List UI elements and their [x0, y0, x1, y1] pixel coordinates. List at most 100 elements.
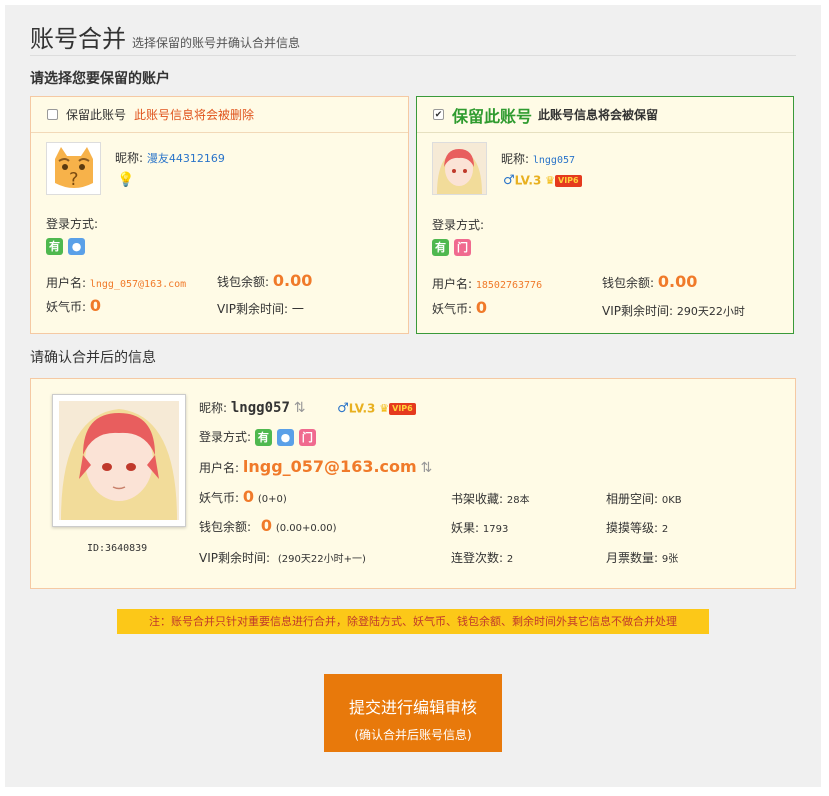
merged-vip-detail: (290天22小时+一) [277, 554, 366, 565]
right-wallet: 0.00 [657, 272, 698, 291]
merged-coins: 0 [242, 487, 255, 506]
right-level: LV.3 [514, 173, 542, 188]
right-coins: 0 [475, 298, 488, 317]
merged-ticket: 9张 [661, 554, 679, 565]
merged-login-days: 2 [506, 554, 514, 565]
right-username-row: 用户名: 18502763776 [432, 275, 542, 292]
right-keep-checkbox[interactable]: ✔ [433, 109, 444, 120]
right-coins-row: 妖气币: 0 [432, 298, 487, 317]
crown-icon: ♛ [379, 402, 390, 415]
door-login-icon: 门 [454, 239, 471, 256]
qq-login-icon: ● [276, 429, 294, 446]
left-avatar: ? [46, 142, 101, 195]
page-header: 账号合并 选择保留的账号并确认合并信息 [30, 19, 300, 54]
left-username: lngg_057@163.com [89, 279, 187, 290]
left-coins-row: 妖气币: 0 [46, 296, 101, 315]
left-coins: 0 [89, 296, 102, 315]
merged-shelf-label: 书架收藏: [451, 492, 504, 506]
confirm-prompt: 请确认合并后的信息 [30, 350, 156, 366]
merged-coins-label: 妖气币: [199, 491, 240, 505]
merged-yaoguo: 1793 [482, 524, 509, 535]
merged-username-label: 用户名: [199, 461, 240, 475]
merged-ticket-label: 月票数量: [606, 551, 659, 565]
header-divider [30, 55, 796, 56]
svg-text:?: ? [69, 169, 79, 190]
right-username-label: 用户名: [432, 277, 473, 291]
merged-nickname: lngg057 [230, 400, 290, 416]
merged-touch-label: 摸摸等级: [606, 521, 659, 535]
merged-touch-row: 摸摸等级: 2 [606, 519, 668, 536]
bulb-icon: 💡 [117, 172, 135, 188]
merged-login-label: 登录方式: [199, 430, 252, 444]
page-title: 账号合并 [30, 25, 126, 53]
select-prompt: 请选择您要保留的账户 [30, 71, 170, 87]
crown-icon: ♛ [545, 174, 556, 187]
left-vip-label: VIP剩余时间: [217, 302, 289, 316]
left-wallet-label: 钱包余额: [217, 275, 270, 289]
submit-main-label: 提交进行编辑审核 [348, 698, 477, 717]
merged-yaoguo-row: 妖果: 1793 [451, 519, 508, 536]
merged-shelf: 28本 [506, 495, 530, 506]
left-username-row: 用户名: lngg_057@163.com [46, 274, 186, 291]
right-account-header: ✔ 保留此账号 此账号信息将会被保留 [417, 97, 793, 133]
door-login-icon: 门 [298, 429, 316, 446]
male-icon: ♂ [337, 401, 349, 416]
merged-ticket-row: 月票数量: 9张 [606, 549, 678, 566]
left-account-card[interactable]: 保留此账号 此账号信息将会被删除 ? 昵称: 漫友44312169 💡 登录方式… [30, 96, 409, 334]
left-login-label: 登录方式: [46, 217, 99, 231]
right-vip-row: VIP剩余时间: 290天22小时 [602, 302, 745, 319]
submit-button[interactable]: 提交进行编辑审核 (确认合并后账号信息) [324, 674, 502, 752]
left-delete-warning: 此账号信息将会被删除 [134, 108, 255, 122]
swap-icon[interactable]: ⇅ [421, 460, 433, 476]
page-panel: 账号合并 选择保留的账号并确认合并信息 请选择您要保留的账户 保留此账号 此账号… [5, 5, 821, 787]
right-vip-badge: VIP6 [555, 174, 582, 187]
merged-album: 0KB [661, 495, 682, 506]
merged-username: lngg_057@163.com [242, 457, 417, 476]
page-subtitle: 选择保留的账号并确认合并信息 [132, 36, 301, 50]
merged-vip-row: VIP剩余时间: (290天22小时+一) [199, 549, 366, 566]
right-vip-label: VIP剩余时间: [602, 304, 674, 318]
merged-wallet: 0 [260, 516, 273, 535]
left-username-label: 用户名: [46, 276, 87, 290]
right-keep-note: 此账号信息将会被保留 [538, 108, 659, 122]
left-account-header: 保留此账号 此账号信息将会被删除 [31, 97, 408, 133]
merged-id: ID:3640839 [87, 543, 148, 554]
right-wallet-row: 钱包余额: 0.00 [602, 272, 697, 291]
you-login-icon: 有 [46, 238, 63, 255]
merged-login-row: 登录方式: 有 ● 门 [199, 428, 321, 446]
merged-username-row: 用户名: lngg_057@163.com ⇅ [199, 457, 432, 476]
merged-touch: 2 [661, 524, 669, 535]
you-login-icon: 有 [254, 429, 272, 446]
left-wallet-row: 钱包余额: 0.00 [217, 271, 312, 290]
merged-album-row: 相册空间: 0KB [606, 490, 682, 507]
merged-level: LV.3 [348, 401, 376, 416]
right-login-label: 登录方式: [432, 218, 485, 232]
left-nickname-row: 昵称: 漫友44312169 [115, 149, 225, 166]
swap-icon[interactable]: ⇅ [294, 400, 306, 416]
right-login-icons: 有门 [432, 239, 476, 256]
merged-wallet-detail: (0.00+0.00) [275, 523, 337, 534]
right-coins-label: 妖气币: [432, 302, 473, 316]
left-nickname-label: 昵称: [115, 151, 144, 165]
male-icon: ♂ [503, 173, 515, 188]
merged-coins-detail: (0+0) [257, 494, 287, 505]
right-nickname: lngg057 [532, 155, 576, 166]
right-level-row: ♂LV.3 ♛ VIP6 [503, 173, 582, 188]
left-wallet: 0.00 [272, 271, 313, 290]
merged-coins-row: 妖气币: 0 (0+0) [199, 487, 287, 506]
left-nickname: 漫友44312169 [146, 152, 225, 165]
merged-avatar [52, 394, 186, 527]
merged-login-days-row: 连登次数: 2 [451, 549, 513, 566]
submit-sub-label: (确认合并后账号信息) [354, 728, 472, 742]
right-account-card[interactable]: ✔ 保留此账号 此账号信息将会被保留 昵称: lngg057 ♂LV.3 ♛ VI… [416, 96, 794, 334]
merged-login-days-label: 连登次数: [451, 551, 504, 565]
right-nickname-row: 昵称: lngg057 [501, 150, 575, 167]
right-nickname-label: 昵称: [501, 152, 530, 166]
merged-wallet-row: 钱包余额: 0 (0.00+0.00) [199, 516, 337, 535]
left-keep-checkbox[interactable] [47, 109, 58, 120]
left-login-icons: 有 ● [46, 238, 90, 255]
right-keep-label: 保留此账号 [452, 106, 533, 126]
merged-album-label: 相册空间: [606, 492, 659, 506]
merged-vip-label: VIP剩余时间: [199, 551, 271, 565]
merged-info-card: ID:3640839 昵称: lngg057 ⇅ ♂LV.3 ♛ VIP6 登录方… [30, 378, 796, 589]
